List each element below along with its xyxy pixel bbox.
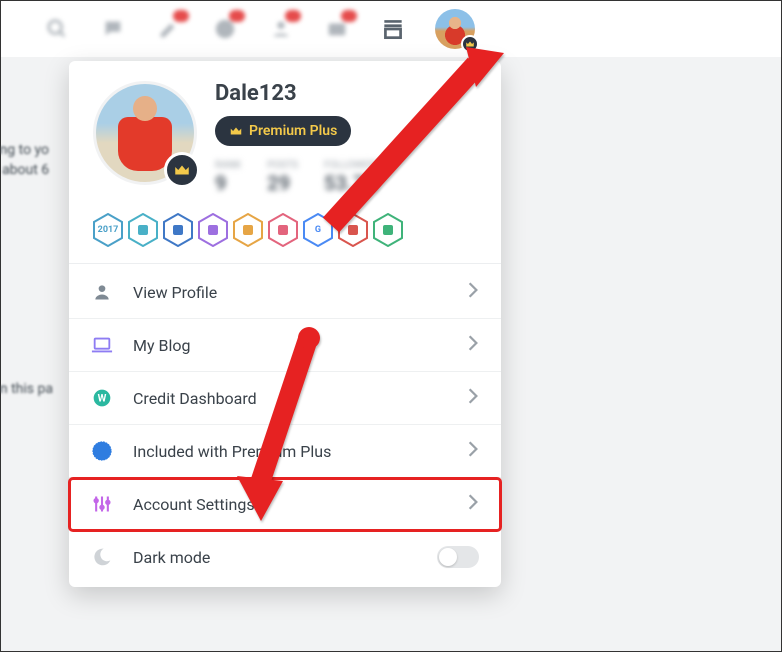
chevron-right-icon — [467, 387, 479, 409]
menu-label: View Profile — [133, 283, 447, 302]
avatar-button[interactable] — [435, 9, 475, 49]
dark-mode-toggle[interactable] — [437, 546, 479, 568]
premium-icon — [91, 440, 113, 462]
crown-icon — [164, 152, 200, 188]
chevron-right-icon — [467, 334, 479, 356]
badge-medal — [233, 213, 263, 247]
svg-text:W: W — [98, 393, 107, 404]
chat-icon[interactable] — [99, 15, 127, 43]
annotation-arrow-avatar — [316, 45, 506, 244]
background-text: ening to yo for about 6 e on this pa — [0, 141, 53, 600]
badge-heart — [268, 213, 298, 247]
users-icon[interactable] — [267, 15, 295, 43]
pen-icon[interactable] — [155, 15, 183, 43]
sliders-icon — [91, 493, 113, 515]
folder-icon[interactable] — [323, 15, 351, 43]
avatar[interactable] — [93, 81, 197, 185]
chevron-right-icon — [467, 493, 479, 515]
stacks-icon[interactable] — [379, 15, 407, 43]
moon-icon — [91, 546, 113, 568]
badge-gem — [198, 213, 228, 247]
credit-icon: W — [91, 387, 113, 409]
chevron-right-icon — [467, 281, 479, 303]
menu-label: Dark mode — [133, 548, 417, 567]
laptop-icon — [91, 334, 113, 356]
badge-year-2017: 2017 — [93, 213, 123, 247]
chevron-right-icon — [467, 440, 479, 462]
profile-icon — [91, 281, 113, 303]
menu-dark-mode[interactable]: Dark mode — [69, 531, 501, 583]
search-icon[interactable] — [43, 15, 71, 43]
badge-share — [163, 213, 193, 247]
dollar-icon[interactable] — [211, 15, 239, 43]
menu-view-profile[interactable]: View Profile — [69, 266, 501, 319]
badge-welcome — [128, 213, 158, 247]
annotation-arrow-settings — [229, 326, 349, 530]
